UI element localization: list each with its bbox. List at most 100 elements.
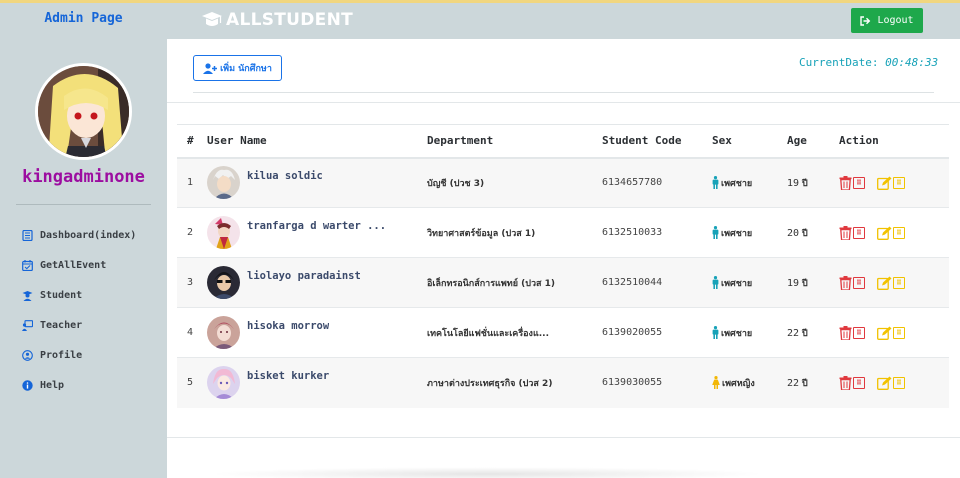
student-department: บัญชี (ปวช 3): [427, 178, 485, 189]
user-info: kilua soldic: [207, 166, 427, 200]
user-info: tranfarga d warter ...: [207, 216, 427, 249]
add-student-button[interactable]: เพิ่ม นักศึกษา: [193, 55, 282, 81]
user-cell: liolayo paradainst: [207, 258, 427, 308]
column-header-action: Action: [839, 134, 879, 148]
student-name: tranfarga d warter ...: [247, 219, 387, 232]
column-header-sex: Sex: [712, 134, 732, 148]
student-code: 6132510033: [602, 227, 663, 238]
edit-button[interactable]: ⠿: [877, 226, 905, 240]
card-shadow: [207, 467, 767, 478]
current-time: 00:48:33: [885, 56, 939, 69]
sex-label: เพศชาย: [721, 228, 753, 239]
female-icon: [712, 376, 720, 390]
drag-grip-icon: ⠿: [853, 176, 865, 189]
table-row: 2 tranfarga d warter ... วิทยาศาสตร์ข้อม…: [177, 207, 949, 258]
row-actions: ⠿ ⠿: [839, 225, 949, 240]
age-unit: ปี: [802, 178, 808, 189]
edit-icon: [877, 326, 892, 340]
student-age: 19: [787, 177, 800, 189]
sidebar-item-getallevent[interactable]: GetAllEvent: [22, 250, 136, 280]
sex-cell: เพศหญิง: [712, 358, 787, 408]
sex-label: เพศชาย: [721, 328, 753, 339]
edit-icon: [877, 176, 892, 190]
drag-grip-icon: ⠿: [893, 226, 905, 239]
edit-icon: [877, 376, 892, 390]
age-cell: 20 ปี: [787, 208, 839, 258]
sex-cell: เพศชาย: [712, 208, 787, 258]
row-actions: ⠿ ⠿: [839, 375, 949, 390]
sidebar-item-label: Profile: [40, 349, 83, 361]
delete-button[interactable]: ⠿: [839, 225, 865, 240]
student-age: 22: [787, 327, 800, 339]
delete-button[interactable]: ⠿: [839, 325, 865, 340]
edit-icon: [877, 226, 892, 240]
admin-avatar-image: [38, 66, 129, 157]
male-icon: [712, 276, 719, 289]
drag-grip-icon: ⠿: [853, 276, 865, 289]
drag-grip-icon: ⠿: [853, 326, 865, 339]
edit-button[interactable]: ⠿: [877, 276, 905, 290]
edit-icon: [877, 276, 892, 290]
drag-grip-icon: ⠿: [853, 226, 865, 239]
drag-grip-icon: ⠿: [893, 326, 905, 339]
student-code: 6139020055: [602, 327, 663, 338]
sidebar-item-dashboard[interactable]: Dashboard(index): [22, 220, 136, 250]
user-info: liolayo paradainst: [207, 266, 427, 299]
user-cell: tranfarga d warter ...: [207, 208, 427, 258]
delete-button[interactable]: ⠿: [839, 275, 865, 290]
brand: ALLSTUDENT: [202, 10, 353, 30]
current-date: CurrentDate: 00:48:33: [799, 56, 938, 69]
user-cell: kilua soldic: [207, 158, 427, 208]
age-cell: 22 ปี: [787, 308, 839, 358]
sidebar-item-help[interactable]: Help: [22, 370, 136, 400]
sidebar-menu: Dashboard(index) GetAllEvent Student Tea…: [22, 220, 136, 400]
student-icon: [22, 290, 33, 301]
user-info: hisoka morrow: [207, 316, 427, 349]
student-avatar: [207, 166, 240, 200]
age-unit: ปี: [802, 278, 808, 289]
calendar-check-icon: [22, 259, 33, 271]
age-unit: ปี: [802, 378, 808, 389]
sex-label: เพศชาย: [721, 278, 753, 289]
trash-icon: [839, 325, 852, 340]
logout-button[interactable]: Logout: [851, 8, 923, 33]
table-header-row: # User Name Department Student Code Sex …: [177, 124, 949, 158]
student-department: วิทยาศาสตร์ข้อมูล (ปวส 1): [427, 228, 536, 239]
student-avatar: [207, 366, 240, 400]
sidebar-item-student[interactable]: Student: [22, 280, 136, 310]
sex-cell: เพศชาย: [712, 258, 787, 308]
student-age: 19: [787, 277, 800, 289]
action-cell: ⠿ ⠿: [839, 358, 949, 408]
delete-button[interactable]: ⠿: [839, 175, 865, 190]
row-number: 5: [187, 377, 194, 389]
table-row: 4 hisoka morrow เทคโนโลยีแฟชั่นและเครื่อ…: [177, 307, 949, 358]
edit-button[interactable]: ⠿: [877, 176, 905, 190]
sidebar-item-label: GetAllEvent: [40, 259, 107, 271]
sidebar-item-profile[interactable]: Profile: [22, 340, 136, 370]
panel-top-border: [167, 102, 960, 103]
student-age: 20: [787, 227, 800, 239]
age-cell: 19 ปี: [787, 158, 839, 208]
delete-button[interactable]: ⠿: [839, 375, 865, 390]
student-avatar: [207, 316, 240, 349]
student-code: 6139030055: [602, 377, 663, 389]
topbar: ALLSTUDENT Logout: [167, 3, 960, 39]
age-cell: 22 ปี: [787, 358, 839, 408]
action-cell: ⠿ ⠿: [839, 258, 949, 308]
column-header-department: Department: [427, 134, 494, 148]
logout-label: Logout: [877, 15, 914, 26]
edit-button[interactable]: ⠿: [877, 376, 905, 390]
teacher-icon: [22, 319, 33, 331]
sidebar-item-teacher[interactable]: Teacher: [22, 310, 136, 340]
sex-cell: เพศชาย: [712, 158, 787, 208]
student-code: 6134657780: [602, 177, 663, 189]
student-name: hisoka morrow: [247, 319, 330, 332]
add-student-label: เพิ่ม นักศึกษา: [220, 64, 272, 74]
edit-button[interactable]: ⠿: [877, 326, 905, 340]
profile-icon: [22, 349, 33, 361]
student-avatar: [207, 216, 240, 249]
age-unit: ปี: [802, 328, 808, 339]
student-sex: เพศชาย: [712, 226, 787, 240]
row-number: 1: [187, 177, 194, 189]
trash-icon: [839, 275, 852, 290]
